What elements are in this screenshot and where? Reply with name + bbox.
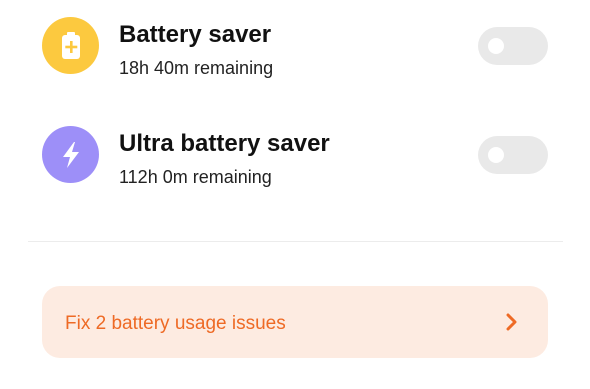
fix-battery-issues-button[interactable]: Fix 2 battery usage issues bbox=[42, 286, 548, 358]
battery-saver-row: Battery saver 18h 40m remaining bbox=[0, 0, 590, 90]
battery-saver-title: Battery saver bbox=[119, 21, 272, 48]
toggle-knob bbox=[488, 38, 504, 54]
battery-plus-icon bbox=[42, 17, 99, 74]
divider bbox=[28, 241, 563, 242]
chevron-right-icon bbox=[502, 312, 522, 332]
fix-battery-issues-label: Fix 2 battery usage issues bbox=[65, 313, 286, 334]
ultra-battery-saver-remaining: 112h 0m remaining bbox=[119, 167, 272, 187]
ultra-battery-saver-toggle[interactable] bbox=[478, 136, 548, 174]
ultra-battery-saver-row: Ultra battery saver 112h 0m remaining bbox=[0, 109, 590, 199]
toggle-knob bbox=[488, 147, 504, 163]
battery-saver-toggle[interactable] bbox=[478, 27, 548, 65]
battery-saver-remaining: 18h 40m remaining bbox=[119, 58, 274, 78]
ultra-battery-saver-title: Ultra battery saver bbox=[119, 130, 330, 157]
lightning-bolt-icon bbox=[42, 126, 99, 183]
